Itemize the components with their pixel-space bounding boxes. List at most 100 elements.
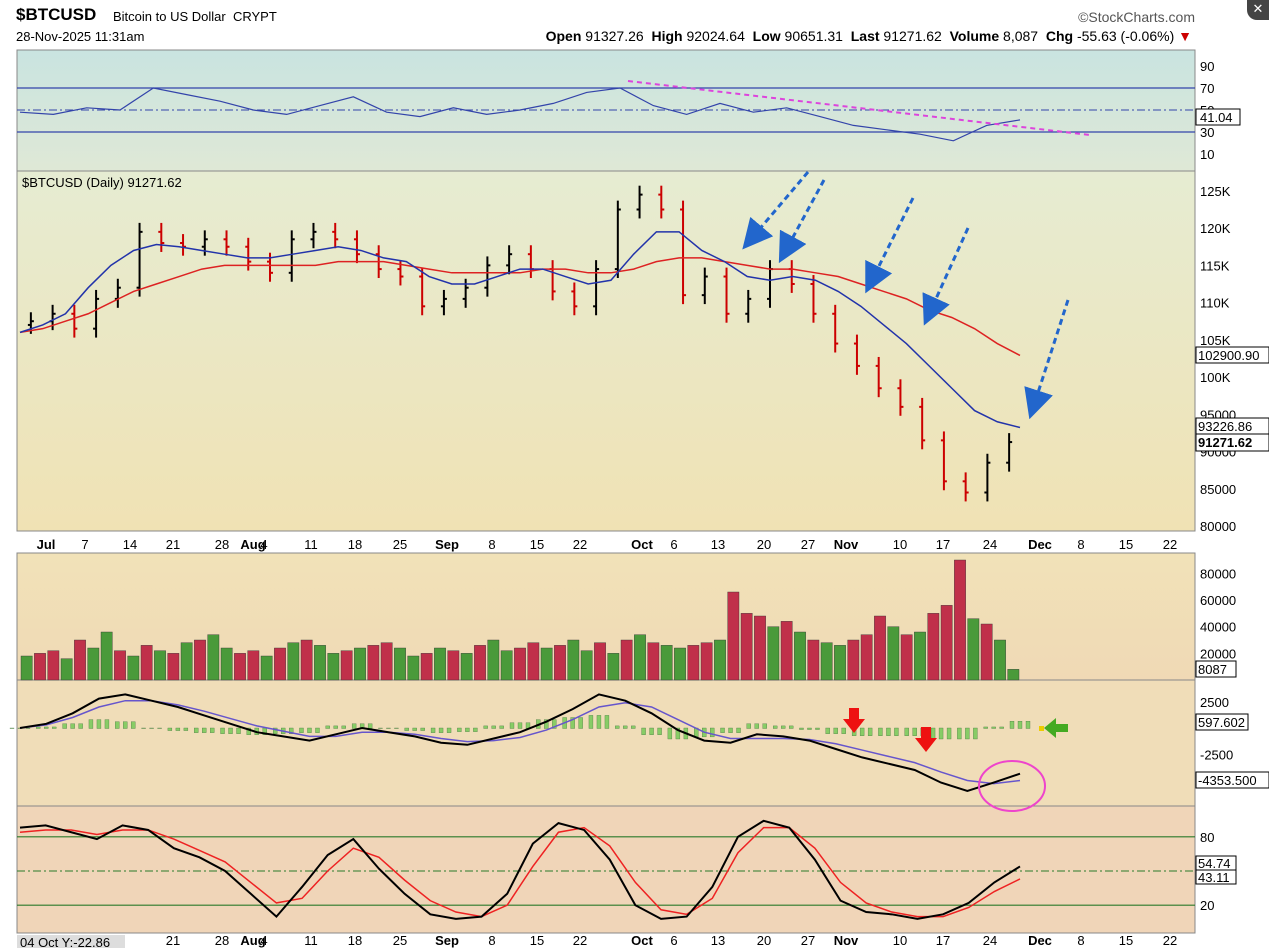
macd-hist-bar	[746, 723, 751, 729]
volume-bar	[367, 645, 380, 681]
volume-bar	[74, 639, 86, 681]
macd-hist-bar	[499, 725, 504, 729]
macd-hist-bar	[36, 726, 41, 729]
macd-hist-bar	[202, 727, 207, 733]
volume-bar	[954, 559, 966, 681]
macd-hist-bar	[623, 725, 628, 729]
x-tick: 15	[530, 933, 544, 948]
x-tick: Dec	[1028, 537, 1052, 552]
x-tick: 24	[983, 933, 997, 948]
macd-hist-bar	[70, 723, 75, 729]
macd-hist-bar	[867, 727, 873, 736]
macd-hist-bar	[983, 726, 988, 729]
macd-hist-bar	[904, 727, 909, 736]
volume-bar	[247, 650, 260, 681]
volume-bar	[794, 631, 806, 681]
volume-bar	[420, 653, 433, 681]
volume-bar	[660, 645, 673, 681]
rsi-tick: 10	[1200, 147, 1214, 162]
macd-hist-bar	[333, 725, 338, 729]
volume-bar	[34, 653, 46, 681]
macd-hist-bar	[446, 727, 452, 733]
macd-hist-bar	[912, 727, 917, 736]
macd-hist-bar	[1025, 721, 1031, 729]
volume-bar	[700, 642, 713, 681]
x-tick: 27	[801, 537, 815, 552]
x-tick: Oct	[631, 537, 653, 552]
macd-hist-bar	[720, 727, 725, 733]
svg-text:-4353.500: -4353.500	[1198, 773, 1257, 788]
volume-bar	[847, 639, 860, 681]
macd-tag-hist: 597.602	[1195, 713, 1249, 731]
volume-bar	[634, 634, 646, 681]
svg-text:93226.86: 93226.86	[1198, 419, 1252, 434]
macd-hist-bar	[773, 725, 778, 729]
volume-bar	[474, 645, 486, 681]
x-tick: 11	[304, 537, 318, 552]
macd-hist-bar	[833, 727, 838, 734]
macd-hist-bar	[615, 725, 620, 729]
svg-text:102900.90: 102900.90	[1198, 348, 1259, 363]
macd-hist-bar	[667, 727, 673, 740]
rsi-tick: 30	[1200, 125, 1214, 140]
stoch-panel	[16, 805, 1196, 934]
macd-hist-bar	[641, 727, 646, 735]
stoch-tick: 80	[1200, 830, 1214, 845]
macd-hist-bar	[973, 727, 978, 740]
volume-tick: 40000	[1200, 620, 1236, 635]
volume-bar	[567, 639, 580, 681]
volume-bar	[580, 650, 593, 681]
volume-bar	[647, 642, 660, 681]
svg-text:8087: 8087	[1198, 662, 1227, 677]
x-tick: 11	[304, 933, 318, 948]
macd-hist-bar	[736, 727, 741, 733]
x-tick: 21	[166, 537, 180, 552]
x-tick: 24	[983, 537, 997, 552]
volume-tick: 20000	[1200, 646, 1236, 661]
macd-hist-bar	[367, 723, 373, 729]
stoch-tag-k: 54.74	[1195, 855, 1237, 872]
volume-tick: 80000	[1200, 566, 1236, 581]
x-tick: 25	[393, 933, 407, 948]
x-tick: Oct	[631, 933, 653, 948]
volume-bar	[714, 639, 726, 681]
x-tick: 10	[893, 933, 907, 948]
macd-hist-bar	[999, 726, 1004, 729]
volume-bar	[487, 639, 500, 681]
volume-bar	[820, 642, 833, 681]
macd-hist-bar	[841, 727, 846, 734]
macd-hist-bar	[965, 727, 970, 740]
x-tick: 22	[1163, 933, 1177, 948]
volume-bar	[620, 639, 633, 681]
macd-hist-bar	[228, 727, 233, 734]
volume-bar	[1007, 669, 1020, 681]
macd-hist-bar	[183, 727, 189, 731]
macd-hist-bar	[588, 715, 594, 729]
macd-hist-bar	[859, 727, 865, 736]
volume-tick: 60000	[1200, 593, 1236, 608]
macd-hist-bar	[141, 727, 146, 729]
x-tick: Sep	[435, 537, 459, 552]
macd-hist-bar	[149, 727, 154, 729]
volume-bar	[167, 653, 180, 681]
volume-bar	[180, 642, 193, 681]
macd-hist-bar	[957, 727, 962, 740]
macd-hist-bar	[596, 715, 602, 729]
x-tick: 4	[260, 537, 267, 552]
volume-bar	[940, 605, 953, 681]
macd-hist-bar	[578, 717, 583, 729]
x-tick: 18	[348, 933, 362, 948]
x-tick: 7	[81, 537, 88, 552]
macd-hist-bar	[491, 725, 496, 729]
volume-bar	[540, 647, 553, 681]
macd-hist-bar	[799, 727, 804, 730]
x-tick: Jul	[37, 537, 56, 552]
x-tick: Dec	[1028, 933, 1052, 948]
macd-hist-bar	[9, 727, 15, 729]
price-tick: 110K	[1200, 296, 1230, 311]
macd-hist-bar	[991, 726, 996, 729]
macd-hist-bar	[649, 727, 654, 735]
macd-hist-bar	[473, 727, 478, 732]
macd-hist-bar	[517, 722, 523, 729]
x-tick: 20	[757, 933, 771, 948]
